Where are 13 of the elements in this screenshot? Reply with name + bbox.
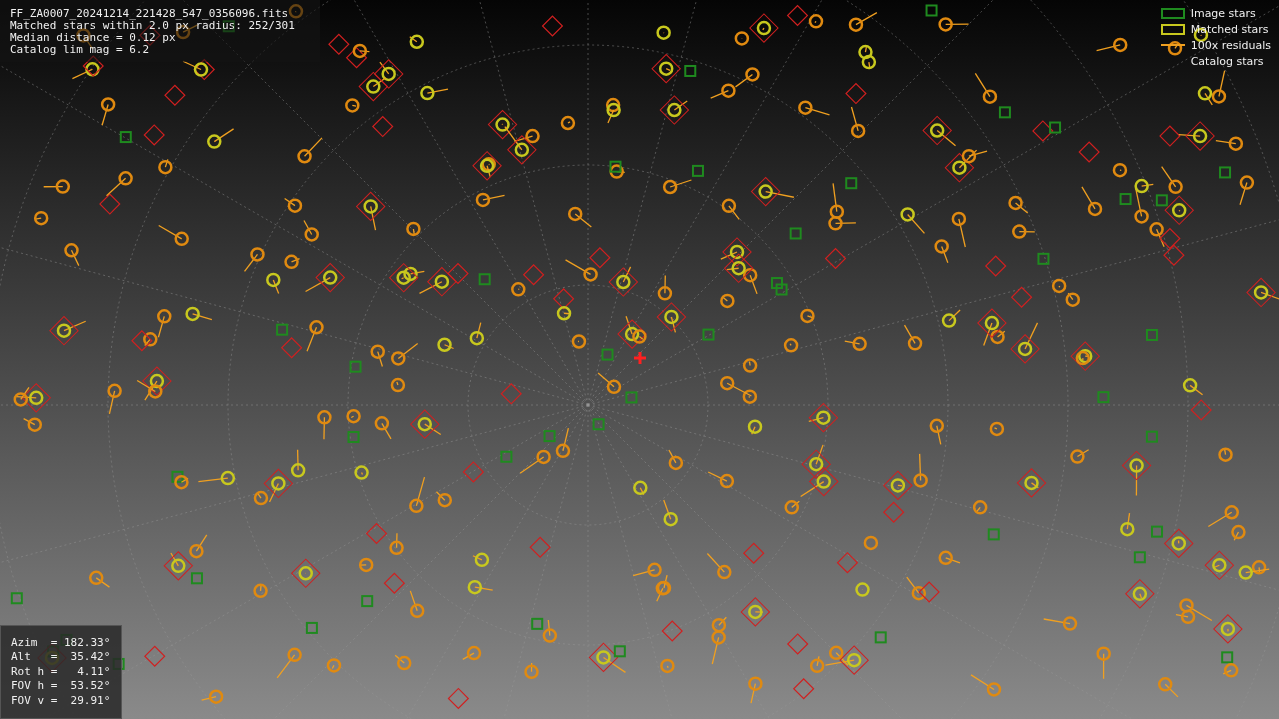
pointing-text: FOV h = 53.52° <box>11 679 111 694</box>
legend-label: Catalog stars <box>1190 54 1264 68</box>
pointing-text: FOV v = 29.91° <box>11 693 111 708</box>
pointing-text: Azim = 182.33° <box>11 635 111 650</box>
pointing-text: Alt = 35.42° <box>11 650 111 665</box>
pointing-text: Rot h = 4.11° <box>11 664 111 679</box>
info-text: Matched stars within 2.0 px radius: 252/301 <box>10 20 296 32</box>
legend-label: Image stars <box>1190 6 1256 20</box>
info-text: Median distance = 0.12 px <box>10 32 177 44</box>
info-text: FF_ZA0007_20241214_221428_547_0356096.fits <box>10 8 290 20</box>
info-text: Catalog lim mag = 6.2 <box>10 44 151 56</box>
legend-label: 100x residuals <box>1190 38 1271 52</box>
legend-label: Matched stars <box>1190 22 1269 36</box>
